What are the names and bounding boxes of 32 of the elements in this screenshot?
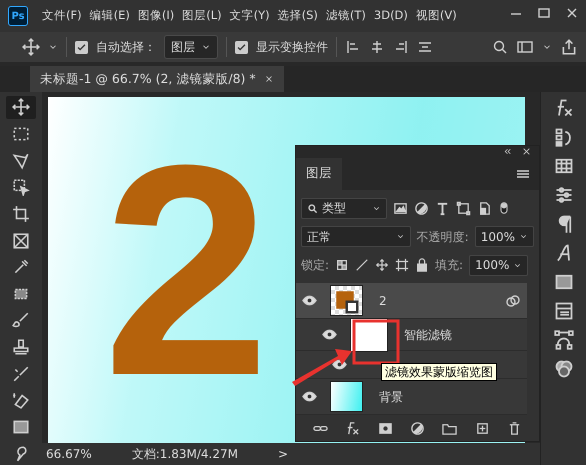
layer-name: 背景 (379, 388, 403, 406)
checkbox-label: 自动选择： (96, 39, 156, 56)
canvas-text: 2 (103, 101, 271, 440)
tooltip: 滤镜效果蒙版缩览图 (381, 363, 497, 381)
blend-mode-dropdown[interactable]: 正常 (301, 226, 411, 248)
zoom-level: 66.67% (46, 446, 92, 463)
opacity-label: 不透明度: (416, 228, 469, 246)
document-tab[interactable]: 未标题-1 @ 66.7% (2, 滤镜蒙版/8) * (30, 66, 284, 92)
layer-row[interactable]: 2 (296, 283, 527, 320)
checkbox-label: 显示变换控件 (256, 39, 328, 56)
menu-item[interactable]: 文字(Y) (226, 7, 274, 25)
menu-item[interactable]: 图像(I) (134, 7, 178, 25)
layer-name: 智能滤镜 (404, 326, 452, 344)
menu-item[interactable]: 编辑(E) (86, 7, 134, 25)
layer-name: 2 (379, 292, 387, 310)
menu-item[interactable]: 文件(F) (38, 7, 86, 25)
fill-label: 填充: (435, 257, 464, 274)
lock-label: 锁定: (301, 257, 330, 274)
app-logo[interactable]: Ps (8, 6, 28, 26)
opacity-field[interactable]: 100% (474, 226, 534, 248)
fill-field[interactable]: 100% (469, 254, 528, 276)
menu-item[interactable]: 视图(V) (412, 7, 461, 25)
document-size: 文档:1.83M/4.27M (132, 446, 238, 463)
layers-tab[interactable]: 图层 (296, 158, 342, 190)
menu-item[interactable]: 滤镜(T) (322, 7, 370, 25)
menu-item[interactable]: 3D(D) (370, 7, 412, 25)
layer-row[interactable]: 智能滤镜 (296, 319, 527, 352)
target-dropdown[interactable]: 图层 (164, 35, 218, 59)
menu-item[interactable]: 选择(S) (274, 7, 322, 25)
filter-kind-dropdown[interactable]: 类型 (301, 198, 387, 219)
menu-item[interactable]: 图层(L) (178, 7, 226, 25)
status-arrow[interactable]: > (278, 445, 288, 463)
